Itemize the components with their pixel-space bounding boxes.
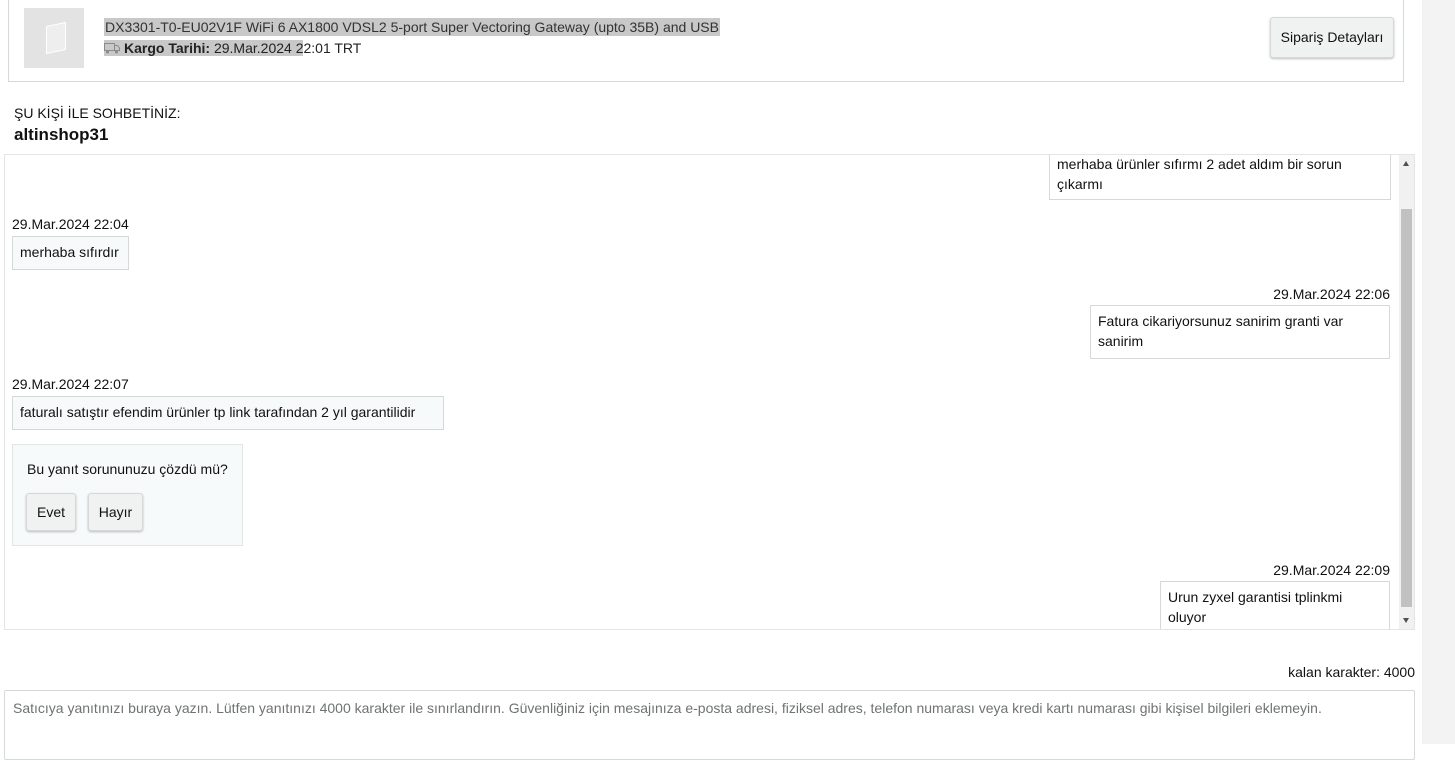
shipping-date-part: 29.Mar.2024 2 [213, 40, 304, 56]
message-bubble-incoming: faturalı satıştır efendim ürünler tp lin… [12, 396, 444, 430]
product-thumbnail[interactable] [24, 8, 84, 68]
message-scrollbar[interactable] [1399, 155, 1414, 629]
message-thread[interactable]: merhaba ürünler sıfırmı 2 adet aldım bir… [4, 154, 1415, 630]
product-title[interactable]: DX3301-T0-EU02V1F WiFi 6 AX1800 VDSL2 5-… [104, 18, 720, 36]
message-timestamp: 29.Mar.2024 22:09 [1273, 562, 1390, 578]
reply-textarea[interactable] [4, 690, 1415, 760]
message-bubble-outgoing: Fatura cikariyorsunuz sanirim granti var… [1090, 305, 1390, 359]
feedback-prompt: Bu yanıt sorununuzu çözdü mü? Evet Hayır [12, 444, 243, 546]
seller-name: altinshop31 [14, 125, 109, 144]
order-summary-card: DX3301-T0-EU02V1F WiFi 6 AX1800 VDSL2 5-… [8, 0, 1404, 82]
message-bubble-incoming: merhaba sıfırdır [12, 236, 129, 270]
shipping-highlight: Kargo Tarihi: 29.Mar.2024 2 [104, 40, 304, 56]
message-timestamp: 29.Mar.2024 22:07 [12, 376, 129, 392]
page-right-gutter [1422, 0, 1455, 744]
order-details-button[interactable]: Sipariş Detayları [1270, 17, 1394, 58]
message-timestamp: 29.Mar.2024 22:06 [1273, 286, 1390, 302]
shipping-date-rest: 2:01 TRT [303, 40, 362, 56]
message-timestamp: 29.Mar.2024 22:04 [12, 216, 129, 232]
router-image-icon [46, 21, 66, 55]
scrollbar-thumb[interactable] [1401, 209, 1412, 607]
feedback-no-button[interactable]: Hayır [88, 493, 143, 531]
scroll-up-arrow-icon[interactable] [1399, 155, 1414, 171]
conversation-with-label: ŞU KİŞİ İLE SOHBETİNİZ: [14, 105, 181, 121]
truck-icon [104, 43, 120, 54]
scroll-down-arrow-icon[interactable] [1399, 613, 1414, 629]
shipping-info: Kargo Tarihi: 29.Mar.2024 22:01 TRT [104, 39, 361, 57]
feedback-question: Bu yanıt sorununuzu çözdü mü? [27, 461, 228, 477]
remaining-characters: kalan karakter: 4000 [1288, 664, 1415, 680]
message-bubble-outgoing: Urun zyxel garantisi tplinkmi oluyor [1160, 581, 1390, 629]
shipping-date-label: Kargo Tarihi: [124, 40, 211, 56]
message-bubble-outgoing: merhaba ürünler sıfırmı 2 adet aldım bir… [1049, 155, 1391, 200]
feedback-yes-button[interactable]: Evet [26, 493, 76, 531]
